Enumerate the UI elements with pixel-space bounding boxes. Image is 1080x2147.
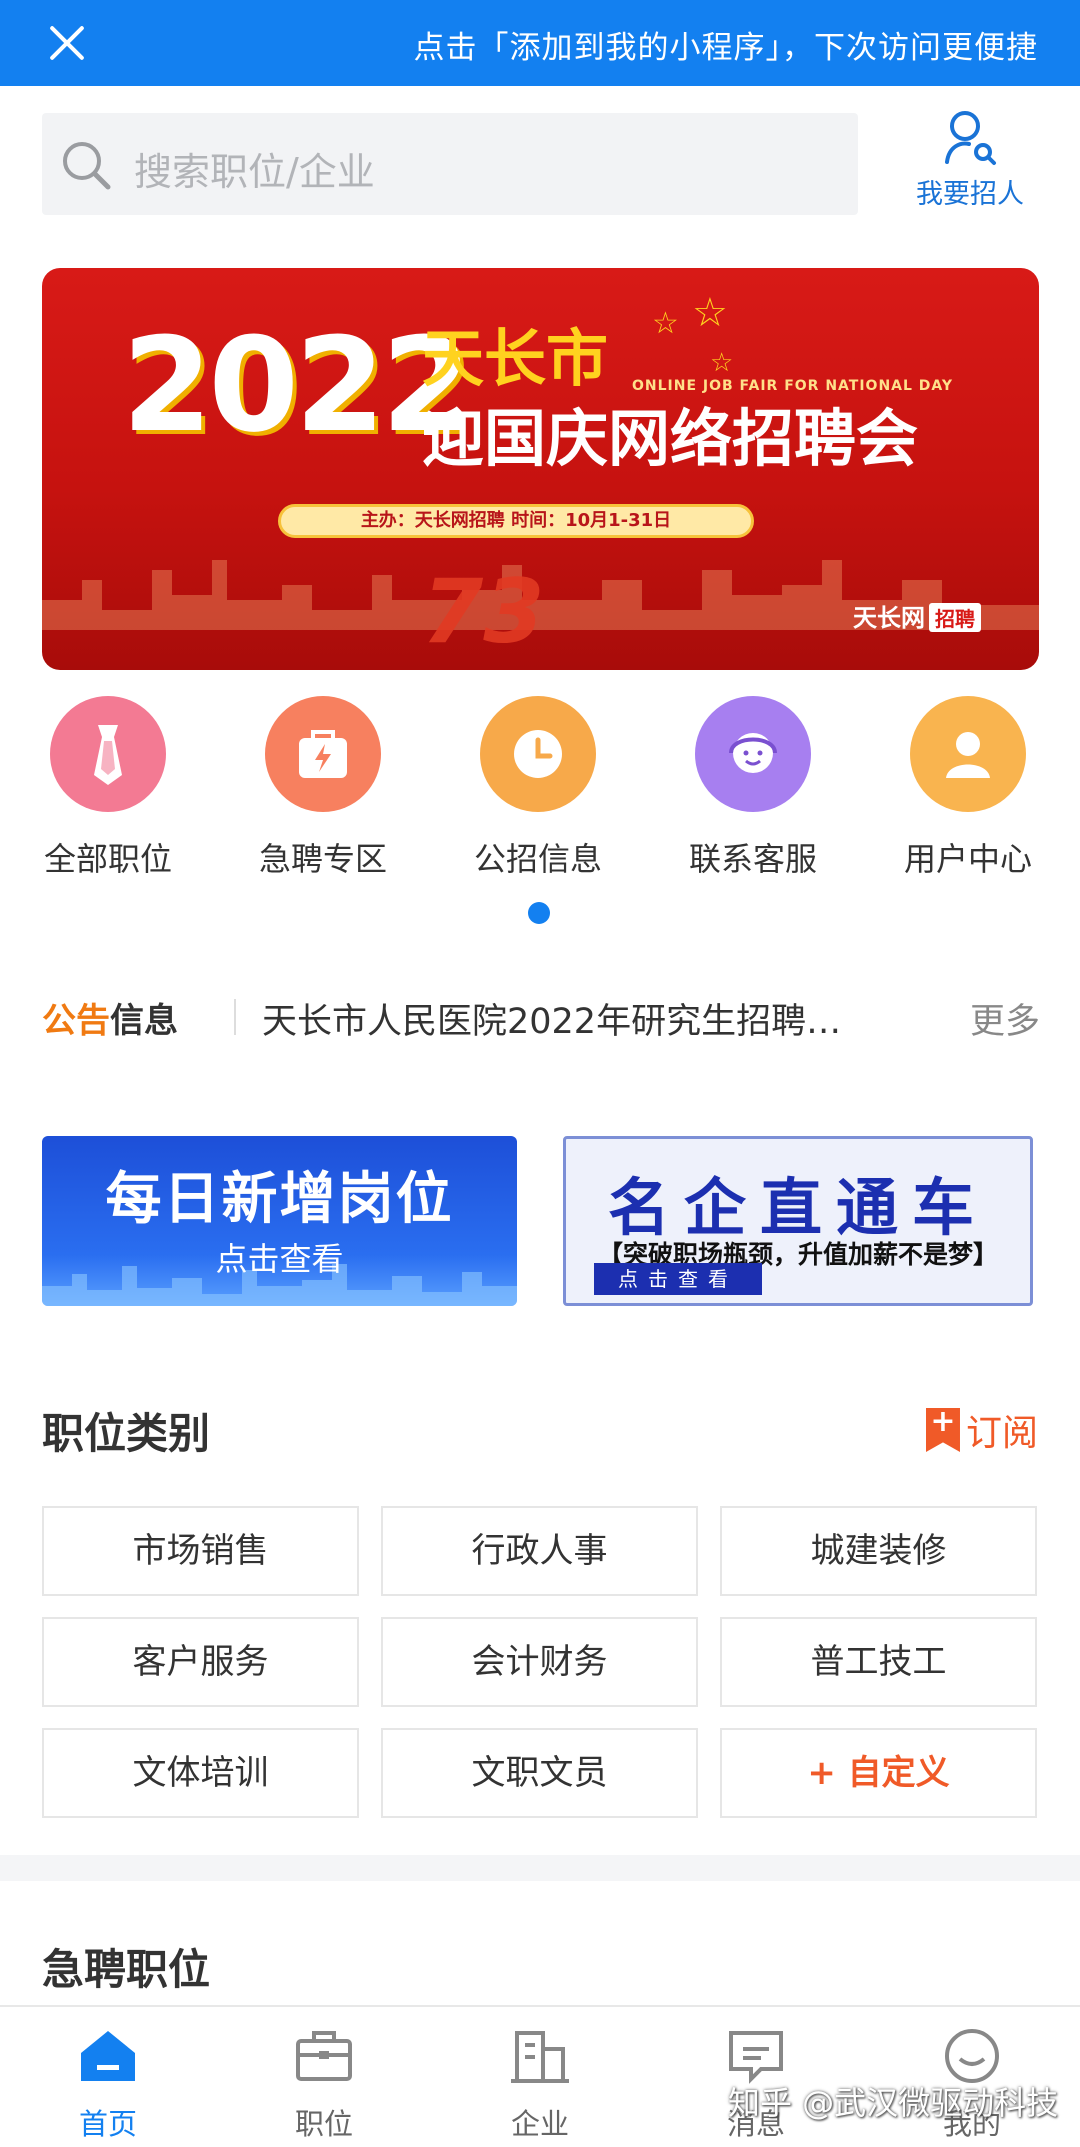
shortcut-user-center[interactable]: 用户中心 xyxy=(883,696,1053,880)
category-item[interactable]: 普工技工 xyxy=(720,1617,1037,1707)
banner-headline: 迎国庆网络招聘会 xyxy=(422,402,919,475)
notice-bar[interactable]: 公告信息 天长市人民医院2022年研究生招聘… 更多 xyxy=(42,985,1040,1045)
banner-number: 73 xyxy=(422,560,545,663)
recruit-button[interactable]: 我要招人 xyxy=(905,108,1035,218)
shortcut-public-recruit[interactable]: 公招信息 xyxy=(453,696,623,880)
briefcase-icon xyxy=(296,2031,352,2081)
watermark-text: 知乎 @武汉微驱动科技 xyxy=(728,2084,1059,2122)
bottom-tab-bar: 首页 职位 企业 消息 我的 xyxy=(0,2005,1080,2147)
star-icon: ☆ xyxy=(692,290,728,336)
category-item[interactable]: 文职文员 xyxy=(381,1728,698,1818)
daily-new-jobs-title: 每日新增岗位 xyxy=(105,1167,454,1232)
banner-info: 主办：天长网招聘 时间：10月1-31日 xyxy=(278,504,754,538)
star-icon: ☆ xyxy=(652,306,679,341)
home-icon xyxy=(81,2031,135,2081)
category-item[interactable]: 市场销售 xyxy=(42,1506,359,1596)
category-item[interactable]: 行政人事 xyxy=(381,1506,698,1596)
search-placeholder: 搜索职位/企业 xyxy=(134,150,375,194)
urgent-bag-icon xyxy=(265,696,381,812)
famous-company-view-button[interactable]: 点击查看 xyxy=(594,1263,762,1295)
banner-brand-logo: 天长网 招聘 xyxy=(853,598,981,633)
star-icon: ☆ xyxy=(710,348,734,378)
add-to-mini-program-tip[interactable]: 点击「添加到我的小程序」，下次访问更便捷 xyxy=(414,22,1039,67)
banner-city: 天长市 xyxy=(422,322,609,395)
tab-home[interactable]: 首页 xyxy=(38,2025,178,2143)
category-item[interactable]: 城建装修 xyxy=(720,1506,1037,1596)
mini-program-tip-bar: 点击「添加到我的小程序」，下次访问更便捷 xyxy=(0,0,1080,86)
tab-companies[interactable]: 企业 xyxy=(470,2025,610,2143)
famous-company-title: 名企直通车 xyxy=(607,1171,988,1244)
daily-new-jobs-banner[interactable]: 每日新增岗位 点击查看 xyxy=(42,1136,517,1306)
section-divider xyxy=(0,1855,1080,1881)
custom-category-button[interactable]: + 自定义 xyxy=(720,1728,1037,1818)
bookmark-plus-icon xyxy=(925,1408,960,1452)
tie-icon xyxy=(50,696,166,812)
category-item[interactable]: 客户服务 xyxy=(42,1617,359,1707)
daily-new-jobs-sub: 点击查看 xyxy=(215,1240,344,1278)
shortcut-customer-service[interactable]: 联系客服 xyxy=(668,696,838,880)
building-icon xyxy=(511,2031,569,2083)
carousel-indicator xyxy=(528,902,550,924)
notice-divider xyxy=(234,999,236,1035)
shortcut-all-jobs[interactable]: 全部职位 xyxy=(23,696,193,880)
notice-text[interactable]: 天长市人民医院2022年研究生招聘… xyxy=(262,993,841,1044)
service-agent-icon xyxy=(695,696,811,812)
subscribe-button[interactable]: 订阅 xyxy=(925,1404,1038,1456)
shortcut-urgent-jobs[interactable]: 急聘专区 xyxy=(238,696,408,880)
notice-tag: 公告信息 xyxy=(42,1001,178,1041)
job-category-title: 职位类别 xyxy=(42,1409,211,1458)
clock-icon xyxy=(480,696,596,812)
job-fair-banner[interactable]: ☆ ☆ ☆ 2022 天长市 ONLINE JOB FAIR FOR NATIO… xyxy=(42,268,1039,670)
category-item[interactable]: 文体培训 xyxy=(42,1728,359,1818)
search-icon xyxy=(63,142,111,190)
urgent-jobs-title: 急聘职位 xyxy=(42,1945,211,1994)
close-icon[interactable] xyxy=(44,20,90,66)
shortcut-row: 全部职位 急聘专区 公招信息 联系客服 用户中心 xyxy=(0,696,1080,878)
category-item[interactable]: 会计财务 xyxy=(381,1617,698,1707)
person-search-icon xyxy=(945,111,996,165)
search-input[interactable]: 搜索职位/企业 xyxy=(42,113,858,215)
banner-year: 2022 xyxy=(122,309,472,461)
banner-subtitle: ONLINE JOB FAIR FOR NATIONAL DAY xyxy=(632,378,954,394)
notice-more-link[interactable]: 更多 xyxy=(970,993,1040,1044)
famous-company-banner[interactable]: 名企直通车 【突破职场瓶颈，升值加薪不是梦】 点击查看 xyxy=(563,1136,1033,1306)
tab-jobs[interactable]: 职位 xyxy=(254,2025,394,2143)
recruit-label: 我要招人 xyxy=(916,179,1024,210)
user-icon xyxy=(910,696,1026,812)
